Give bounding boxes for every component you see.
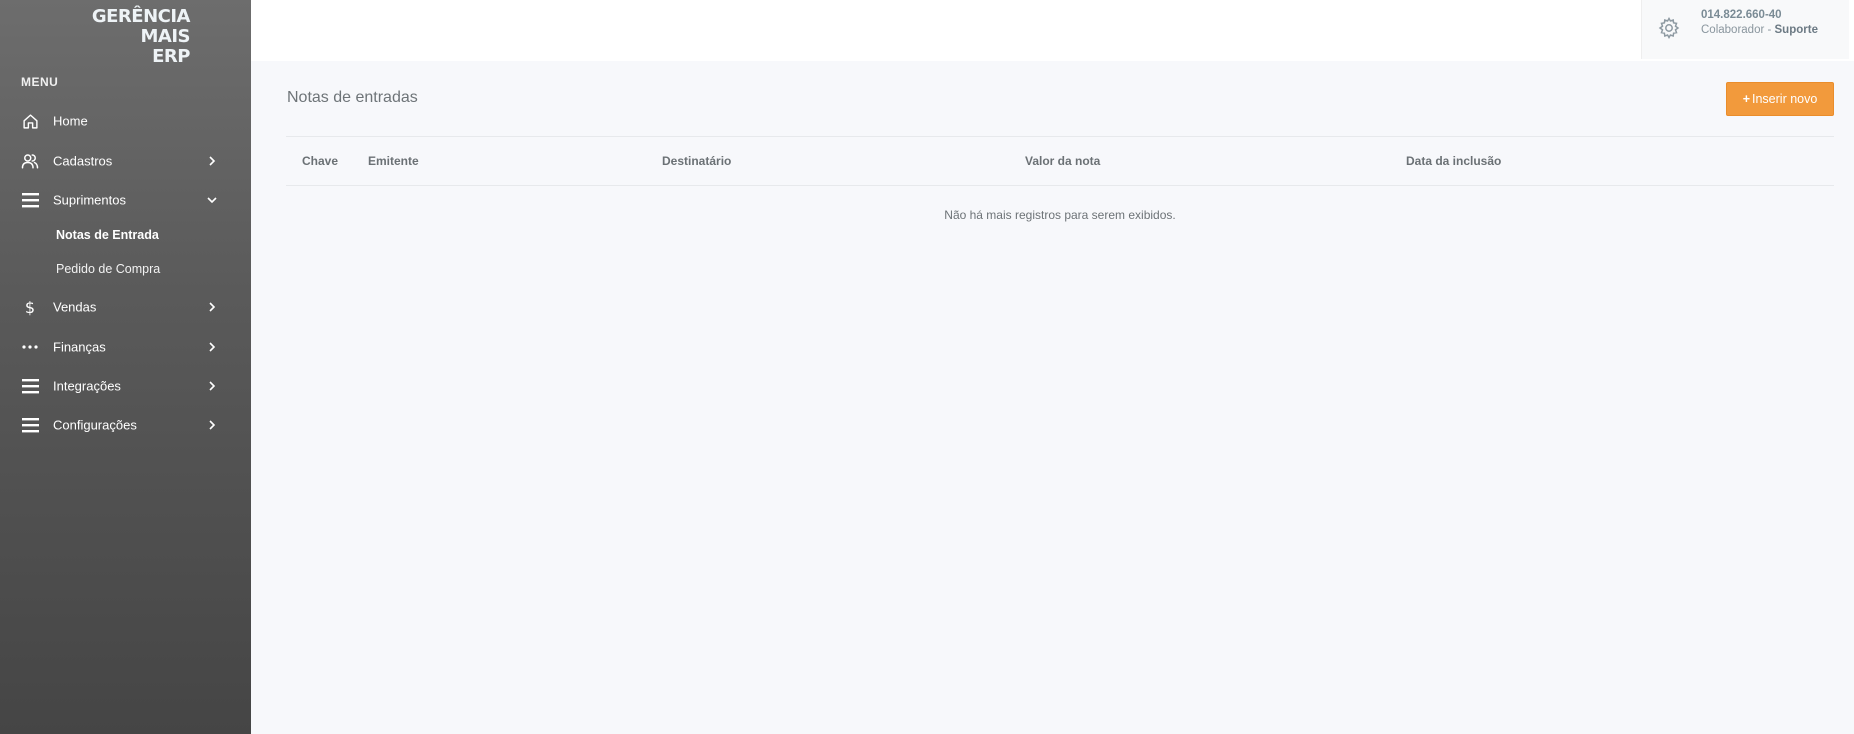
- chevron-down-icon: [205, 193, 219, 207]
- sidebar-subitem-pedido-de-compra[interactable]: Pedido de Compra: [56, 262, 160, 276]
- sidebar-item-label: Finanças: [53, 339, 106, 355]
- user-role: Colaborador - Suporte: [1701, 24, 1818, 36]
- plus-icon: +: [1742, 92, 1750, 106]
- sidebar: GERÊNCIA MAIS ERP MENU Home Cadastros Su…: [0, 0, 251, 734]
- sidebar-item-label: Suprimentos: [53, 192, 126, 208]
- menu-lines-icon: [21, 416, 39, 434]
- sidebar-item-label: Vendas: [53, 299, 97, 315]
- column-header-destinatario[interactable]: Destinatário: [662, 154, 731, 168]
- chevron-right-icon: [205, 340, 219, 354]
- column-header-valor-da-nota[interactable]: Valor da nota: [1025, 154, 1100, 168]
- brand-logo[interactable]: GERÊNCIA MAIS ERP: [40, 6, 191, 67]
- table-header: Chave Emitente Destinatário Valor da not…: [286, 136, 1834, 186]
- insert-new-button[interactable]: + Inserir novo: [1726, 82, 1834, 116]
- home-icon: [21, 112, 39, 130]
- notes-table: Chave Emitente Destinatário Valor da not…: [286, 136, 1834, 222]
- brand-line-1: GERÊNCIA MAIS: [91, 6, 191, 47]
- user-role-prefix: Colaborador -: [1701, 24, 1775, 36]
- chevron-right-icon: [205, 300, 219, 314]
- brand-line-2: ERP: [152, 46, 190, 67]
- menu-heading: MENU: [21, 75, 59, 89]
- users-icon: [21, 152, 39, 170]
- gear-icon[interactable]: [1657, 16, 1681, 40]
- top-bar: [251, 0, 1854, 61]
- column-header-data-da-inclusao[interactable]: Data da inclusão: [1406, 154, 1501, 168]
- menu-lines-icon: [21, 377, 39, 395]
- dollar-icon: $: [24, 297, 36, 317]
- user-menu[interactable]: 014.822.660-40 Colaborador - Suporte: [1641, 0, 1849, 59]
- column-header-emitente[interactable]: Emitente: [368, 154, 419, 168]
- sidebar-item-cadastros[interactable]: Cadastros: [0, 146, 251, 176]
- dots-icon: [21, 338, 39, 356]
- sidebar-item-label: Cadastros: [53, 153, 113, 169]
- column-header-chave[interactable]: Chave: [302, 154, 338, 168]
- sidebar-item-configuracoes[interactable]: Configurações: [0, 410, 251, 440]
- sidebar-subitem-notas-de-entrada[interactable]: Notas de Entrada: [56, 228, 159, 242]
- empty-table-message: Não há mais registros para serem exibido…: [944, 208, 1176, 222]
- chevron-right-icon: [205, 154, 219, 168]
- page-title: Notas de entradas: [287, 89, 418, 106]
- sidebar-item-suprimentos[interactable]: Suprimentos: [0, 185, 251, 215]
- user-role-name: Suporte: [1774, 24, 1818, 36]
- sidebar-item-financas[interactable]: Finanças: [0, 332, 251, 362]
- sidebar-item-label: Home: [53, 113, 88, 129]
- chevron-right-icon: [205, 418, 219, 432]
- user-id: 014.822.660-40: [1701, 9, 1782, 21]
- sidebar-item-label: Integrações: [53, 378, 121, 394]
- insert-new-label: Inserir novo: [1752, 92, 1818, 106]
- menu-lines-icon: [21, 191, 39, 209]
- sidebar-item-label: Configurações: [53, 417, 137, 433]
- sidebar-item-home[interactable]: Home: [0, 106, 251, 136]
- sidebar-item-integracoes[interactable]: Integrações: [0, 371, 251, 401]
- chevron-right-icon: [205, 379, 219, 393]
- sidebar-item-vendas[interactable]: $ Vendas: [0, 292, 251, 322]
